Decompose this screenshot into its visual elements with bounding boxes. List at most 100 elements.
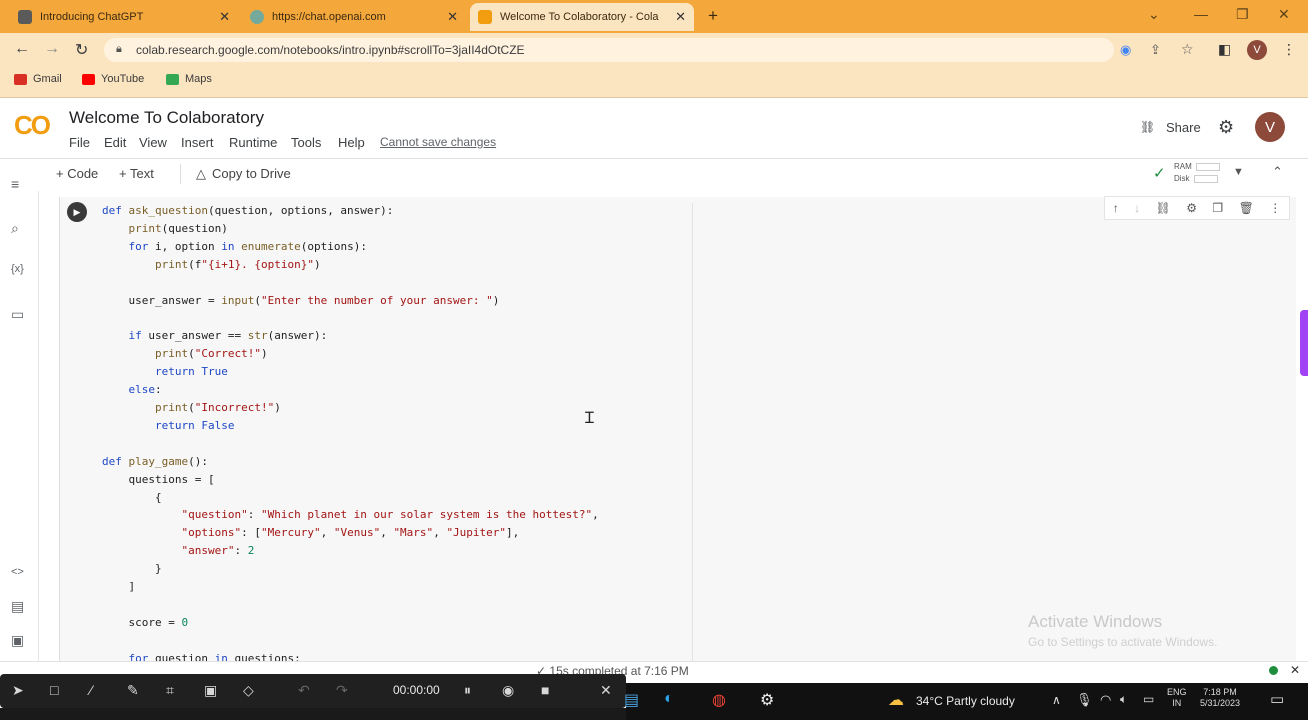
forward-arrow-icon[interactable]: → bbox=[44, 40, 60, 58]
new-tab-button[interactable]: + bbox=[708, 6, 718, 26]
chrome-icon[interactable]: ◍ bbox=[712, 690, 726, 710]
battery-icon[interactable]: ▭ bbox=[1143, 692, 1154, 706]
tab-chat-openai[interactable]: https://chat.openai.com ✕ bbox=[242, 3, 466, 31]
menu-help[interactable]: Help bbox=[338, 135, 365, 150]
highlighter-icon[interactable]: ⌗ bbox=[166, 682, 174, 699]
gemini-side-tab[interactable] bbox=[1300, 310, 1308, 376]
tab-introducing-chatgpt[interactable]: Introducing ChatGPT ✕ bbox=[10, 3, 238, 31]
system-clock[interactable]: 7:18 PM 5/31/2023 bbox=[1200, 687, 1240, 709]
account-avatar[interactable]: V bbox=[1255, 112, 1285, 142]
code-line[interactable]: def ask_question(question, options, answ… bbox=[102, 204, 393, 217]
redo-icon[interactable]: ↷ bbox=[336, 682, 348, 699]
line-tool-icon[interactable]: ⁄ bbox=[90, 682, 92, 698]
close-tab-icon[interactable]: ✕ bbox=[447, 9, 458, 25]
run-cell-button[interactable]: ▶ bbox=[67, 202, 87, 222]
tab-search-icon[interactable]: ⌄ bbox=[1148, 6, 1160, 23]
share-button[interactable]: Share bbox=[1166, 120, 1201, 135]
share-page-icon[interactable]: ⇪ bbox=[1150, 42, 1161, 58]
code-line[interactable]: print(question) bbox=[102, 222, 228, 235]
back-arrow-icon[interactable]: ← bbox=[14, 40, 30, 58]
code-line[interactable]: if user_answer == str(answer): bbox=[102, 329, 328, 342]
side-panel-icon[interactable]: ◧ bbox=[1218, 41, 1231, 58]
wifi-icon[interactable]: ◠ bbox=[1100, 692, 1111, 708]
menu-insert[interactable]: Insert bbox=[181, 135, 214, 150]
terminal-icon[interactable]: ▣ bbox=[11, 632, 24, 649]
menu-tools[interactable]: Tools bbox=[291, 135, 321, 150]
collapse-header-icon[interactable]: ⌃ bbox=[1272, 164, 1283, 180]
variables-icon[interactable]: {x} bbox=[11, 263, 24, 275]
code-line[interactable]: print(f"{i+1}. {option}") bbox=[102, 258, 321, 271]
google-lens-icon[interactable]: ◉ bbox=[1120, 42, 1131, 58]
close-status-icon[interactable]: ✕ bbox=[1290, 663, 1300, 677]
bookmark-youtube[interactable]: YouTube bbox=[82, 73, 144, 85]
rectangle-tool-icon[interactable]: □ bbox=[50, 682, 58, 698]
code-line[interactable]: print("Correct!") bbox=[102, 347, 268, 360]
text-tool-icon[interactable]: ▣ bbox=[204, 682, 217, 699]
url-text[interactable]: colab.research.google.com/notebooks/intr… bbox=[136, 43, 525, 57]
speaker-icon[interactable]: 🔈︎ bbox=[1120, 692, 1127, 707]
bookmark-maps[interactable]: Maps bbox=[166, 73, 212, 85]
command-palette-icon[interactable]: ▤ bbox=[11, 598, 24, 615]
close-tab-icon[interactable]: ✕ bbox=[675, 9, 686, 25]
reload-icon[interactable]: ↻ bbox=[75, 40, 88, 60]
code-line[interactable]: def play_game(): bbox=[102, 455, 208, 468]
microphone-icon[interactable]: 🎙︎ bbox=[1076, 692, 1093, 708]
cannot-save-link[interactable]: Cannot save changes bbox=[380, 135, 496, 149]
folder-icon[interactable]: ▭ bbox=[11, 306, 24, 323]
code-line[interactable]: "question": "Which planet in our solar s… bbox=[102, 508, 598, 521]
add-code-button[interactable]: + Code bbox=[56, 166, 98, 181]
settings-icon[interactable]: ⚙ bbox=[760, 690, 774, 710]
move-up-icon[interactable]: ↑ bbox=[1113, 201, 1119, 215]
weather-text[interactable]: 34°C Partly cloudy bbox=[916, 694, 1015, 708]
code-editor[interactable]: def ask_question(question, options, answ… bbox=[102, 202, 599, 668]
stop-icon[interactable]: ■ bbox=[541, 682, 549, 698]
lock-icon[interactable]: 🔒︎ bbox=[116, 43, 122, 56]
close-recorder-icon[interactable]: ✕ bbox=[600, 682, 612, 699]
code-line[interactable]: return False bbox=[102, 419, 235, 432]
notifications-icon[interactable]: ▭ bbox=[1270, 690, 1284, 708]
file-explorer-icon[interactable]: ▤ bbox=[624, 690, 639, 710]
search-icon[interactable]: ⌕ bbox=[11, 220, 19, 237]
chrome-menu-icon[interactable]: ⋮ bbox=[1282, 41, 1296, 58]
bookmark-gmail[interactable]: Gmail bbox=[14, 73, 62, 85]
eraser-icon[interactable]: ◇ bbox=[243, 682, 254, 699]
tab-colab[interactable]: Welcome To Colaboratory - Cola ✕ bbox=[470, 3, 694, 31]
maximize-icon[interactable]: ❐ bbox=[1236, 6, 1249, 23]
mirror-cell-icon[interactable]: ❐ bbox=[1212, 201, 1223, 215]
undo-icon[interactable]: ↶ bbox=[298, 682, 310, 699]
more-options-icon[interactable]: ⋮ bbox=[1269, 201, 1281, 215]
menu-icon[interactable]: ≡ bbox=[11, 176, 19, 192]
ram-disk-indicator[interactable]: RAM Disk bbox=[1174, 161, 1220, 185]
code-line[interactable]: for i, option in enumerate(options): bbox=[102, 240, 367, 253]
settings-gear-icon[interactable]: ⚙ bbox=[1218, 117, 1234, 138]
bookmark-star-icon[interactable]: ☆ bbox=[1181, 41, 1194, 58]
close-window-icon[interactable]: ✕ bbox=[1278, 6, 1290, 23]
minimize-icon[interactable]: — bbox=[1194, 6, 1208, 22]
add-text-button[interactable]: + Text bbox=[119, 166, 154, 181]
code-line[interactable]: return True bbox=[102, 365, 228, 378]
link-cell-icon[interactable]: ⛓ bbox=[1156, 201, 1171, 215]
code-snippets-icon[interactable]: <> bbox=[11, 566, 24, 578]
code-line[interactable]: score = 0 bbox=[102, 616, 188, 629]
cell-settings-icon[interactable]: ⚙ bbox=[1186, 201, 1197, 215]
code-line[interactable]: { bbox=[102, 491, 162, 504]
delete-cell-icon[interactable]: 🗑︎ bbox=[1239, 201, 1254, 215]
tray-chevron-icon[interactable]: ∧ bbox=[1052, 693, 1061, 707]
menu-view[interactable]: View bbox=[139, 135, 167, 150]
runtime-dropdown-icon[interactable]: ▼ bbox=[1233, 166, 1244, 178]
code-line[interactable]: } bbox=[102, 562, 162, 575]
code-line[interactable]: user_answer = input("Enter the number of… bbox=[102, 294, 499, 307]
menu-file[interactable]: File bbox=[69, 135, 90, 150]
menu-edit[interactable]: Edit bbox=[104, 135, 126, 150]
code-line[interactable]: questions = [ bbox=[102, 473, 214, 486]
code-line[interactable]: print("Incorrect!") bbox=[102, 401, 281, 414]
menu-runtime[interactable]: Runtime bbox=[229, 135, 277, 150]
edge-icon[interactable]: ◐ bbox=[664, 690, 674, 708]
profile-avatar[interactable]: V bbox=[1247, 40, 1267, 60]
code-line[interactable]: "options": ["Mercury", "Venus", "Mars", … bbox=[102, 526, 519, 539]
notebook-title[interactable]: Welcome To Colaboratory bbox=[69, 108, 264, 128]
code-line[interactable]: "answer": 2 bbox=[102, 544, 254, 557]
move-down-icon[interactable]: ↓ bbox=[1134, 201, 1140, 215]
webcam-icon[interactable]: ◉ bbox=[502, 682, 514, 699]
pause-icon[interactable]: ⏸ bbox=[464, 682, 471, 699]
